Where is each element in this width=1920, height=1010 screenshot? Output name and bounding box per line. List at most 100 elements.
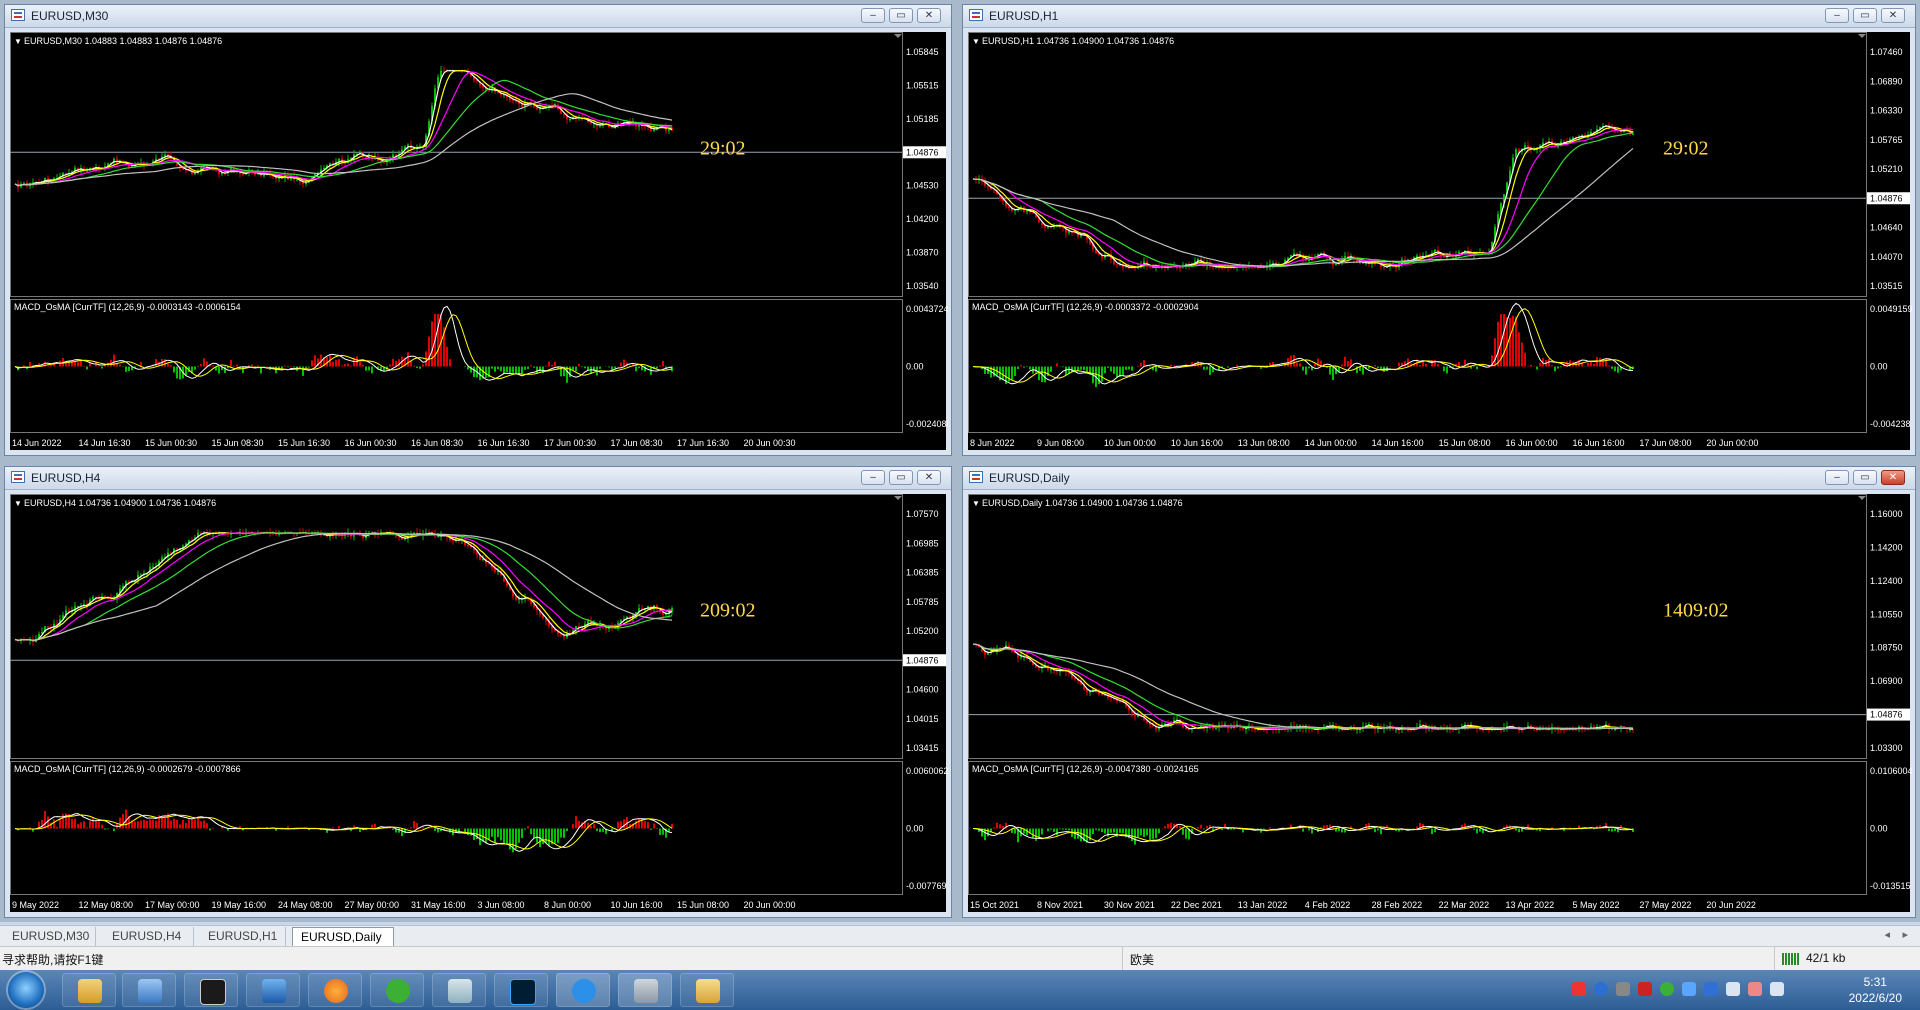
- wps-icon[interactable]: [1638, 982, 1652, 996]
- shift-marker-icon[interactable]: [1858, 34, 1866, 38]
- close-icon[interactable]: ✕: [1881, 8, 1905, 23]
- time-axis-label: 10 Jun 16:00: [610, 900, 662, 910]
- macd-tick-label: 0.00: [906, 824, 924, 834]
- close-icon[interactable]: ✕: [1881, 470, 1905, 485]
- taskbar-desktop[interactable]: [246, 973, 300, 1007]
- window-title: EURUSD,Daily: [989, 471, 1070, 485]
- time-axis-label: 30 Nov 2021: [1104, 900, 1155, 910]
- chart-canvas[interactable]: EURUSD,Daily 1.04736 1.04900 1.04736 1.0…: [968, 494, 1912, 914]
- shield-icon[interactable]: [1704, 982, 1718, 996]
- time-axis-label: 14 Jun 2022: [12, 438, 62, 448]
- tab-eurusd-h1[interactable]: EURUSD,H1: [200, 927, 286, 946]
- mute-icon[interactable]: [1748, 982, 1762, 996]
- taskbar-photoshop[interactable]: [494, 973, 548, 1007]
- time-axis-label: 10 Jun 00:00: [1104, 438, 1156, 448]
- macd-tick-label: 0.0049159: [1870, 304, 1912, 314]
- tab-scroll-left-icon[interactable]: ◂: [1884, 928, 1890, 941]
- moving-average-line: [14, 70, 673, 187]
- taskbar-notes[interactable]: [432, 973, 486, 1007]
- symbol-header: EURUSD,Daily 1.04736 1.04900 1.04736 1.0…: [982, 498, 1183, 508]
- time-axis-label: 27 May 2022: [1639, 900, 1691, 910]
- time-axis-label: 22 Dec 2021: [1171, 900, 1222, 910]
- network-icon[interactable]: [1770, 982, 1784, 996]
- chart-area[interactable]: EURUSD,H4 1.04736 1.04900 1.04736 1.0487…: [10, 494, 948, 914]
- shift-marker-icon[interactable]: [894, 34, 902, 38]
- window-titlebar[interactable]: EURUSD,H1 – ▭ ✕: [963, 5, 1915, 28]
- price-tick-label: 1.05845: [906, 47, 939, 57]
- chart-window-d1[interactable]: EURUSD,Daily – ▭ ✕ EURUSD,Daily 1.04736 …: [962, 466, 1916, 918]
- window-titlebar[interactable]: EURUSD,H4 – ▭ ✕: [5, 467, 951, 490]
- header-dropdown-icon[interactable]: ▼: [972, 499, 980, 508]
- header-dropdown-icon[interactable]: ▼: [972, 37, 980, 46]
- symbol-header: EURUSD,H1 1.04736 1.04900 1.04736 1.0487…: [982, 36, 1174, 46]
- time-axis-label: 10 Jun 16:00: [1171, 438, 1223, 448]
- time-axis-label: 16 Jun 16:30: [477, 438, 529, 448]
- chart-canvas[interactable]: EURUSD,M30 1.04883 1.04883 1.04876 1.048…: [10, 32, 948, 452]
- taskbar-user-app[interactable]: [122, 973, 176, 1007]
- chart-area[interactable]: EURUSD,M30 1.04883 1.04883 1.04876 1.048…: [10, 32, 948, 452]
- symbol-header: EURUSD,H4 1.04736 1.04900 1.04736 1.0487…: [24, 498, 216, 508]
- time-axis-label: 14 Jun 16:00: [1372, 438, 1424, 448]
- window-titlebar[interactable]: EURUSD,M30 – ▭ ✕: [5, 5, 951, 28]
- chart-canvas[interactable]: EURUSD,H4 1.04736 1.04900 1.04736 1.0487…: [10, 494, 948, 914]
- minimize-icon[interactable]: –: [861, 8, 885, 23]
- status-traffic: 42/1 kb: [1806, 951, 1846, 965]
- taskbar-folder[interactable]: [680, 973, 734, 1007]
- minimize-icon[interactable]: –: [861, 470, 885, 485]
- chart-area[interactable]: EURUSD,H1 1.04736 1.04900 1.04736 1.0487…: [968, 32, 1912, 452]
- chart-window-h4[interactable]: EURUSD,H4 – ▭ ✕ EURUSD,H4 1.04736 1.0490…: [4, 466, 952, 918]
- time-axis-label: 27 May 00:00: [344, 900, 399, 910]
- taskbar-clock[interactable]: 5:31 2022/6/20: [1849, 974, 1902, 1006]
- cloud-icon[interactable]: [1682, 982, 1696, 996]
- chart-tabs-bar: EURUSD,M30 EURUSD,H4 EURUSD,H1 EURUSD,Da…: [0, 925, 1920, 947]
- price-tick-label: 1.05515: [906, 80, 939, 90]
- taskbar-browser[interactable]: [308, 973, 362, 1007]
- chart-window-m30[interactable]: EURUSD,M30 – ▭ ✕ EURUSD,M30 1.04883 1.04…: [4, 4, 952, 456]
- window-titlebar[interactable]: EURUSD,Daily – ▭ ✕: [963, 467, 1915, 490]
- close-icon[interactable]: ✕: [917, 470, 941, 485]
- price-tick-label: 1.04600: [906, 685, 939, 695]
- price-tick-label: 1.05765: [1870, 135, 1903, 145]
- restore-icon[interactable]: ▭: [889, 470, 913, 485]
- time-axis-label: 9 Jun 08:00: [1037, 438, 1084, 448]
- time-axis-label: 20 Jun 00:00: [1706, 438, 1758, 448]
- restore-icon[interactable]: ▭: [1853, 8, 1877, 23]
- wechat-tray-icon[interactable]: [1660, 982, 1674, 996]
- tab-eurusd-m30[interactable]: EURUSD,M30: [4, 927, 96, 946]
- taskbar-calculator[interactable]: [618, 973, 672, 1007]
- price-tick-label: 1.03515: [1870, 281, 1903, 291]
- shift-marker-icon[interactable]: [894, 496, 902, 500]
- tab-eurusd-daily[interactable]: EURUSD,Daily: [292, 927, 394, 946]
- header-dropdown-icon[interactable]: ▼: [14, 499, 22, 508]
- price-tick-label: 1.06890: [1870, 76, 1903, 86]
- tab-scroll-right-icon[interactable]: ▸: [1902, 928, 1908, 941]
- restore-icon[interactable]: ▭: [1853, 470, 1877, 485]
- minimize-icon[interactable]: –: [1825, 470, 1849, 485]
- sogou-icon[interactable]: [1572, 982, 1586, 996]
- price-tick-label: 1.16000: [1870, 509, 1903, 519]
- help-icon[interactable]: [1594, 982, 1608, 996]
- volume-icon[interactable]: [1726, 982, 1740, 996]
- time-axis-label: 16 Jun 16:00: [1572, 438, 1624, 448]
- chart-window-h1[interactable]: EURUSD,H1 – ▭ ✕ EURUSD,H1 1.04736 1.0490…: [962, 4, 1916, 456]
- taskbar-wechat[interactable]: [370, 973, 424, 1007]
- window-icon: [11, 471, 25, 483]
- macd-signal-line: [14, 814, 673, 850]
- restore-icon[interactable]: ▭: [889, 8, 913, 23]
- header-dropdown-icon[interactable]: ▼: [14, 37, 22, 46]
- chart-area[interactable]: EURUSD,Daily 1.04736 1.04900 1.04736 1.0…: [968, 494, 1912, 914]
- minimize-icon[interactable]: –: [1825, 8, 1849, 23]
- tab-eurusd-h4[interactable]: EURUSD,H4: [104, 927, 194, 946]
- price-tick-label: 1.03300: [1870, 743, 1903, 753]
- tray-app-icon[interactable]: [1616, 982, 1630, 996]
- taskbar-explorer-favorites[interactable]: [62, 973, 116, 1007]
- close-icon[interactable]: ✕: [917, 8, 941, 23]
- time-axis-label: 15 Jun 00:30: [145, 438, 197, 448]
- moving-average-line: [972, 643, 1633, 729]
- start-orb-icon[interactable]: [8, 972, 44, 1008]
- taskbar-metatrader[interactable]: [184, 973, 238, 1007]
- shift-marker-icon[interactable]: [1858, 496, 1866, 500]
- time-axis-label: 8 Nov 2021: [1037, 900, 1083, 910]
- chart-canvas[interactable]: EURUSD,H1 1.04736 1.04900 1.04736 1.0487…: [968, 32, 1912, 452]
- taskbar-messenger[interactable]: [556, 973, 610, 1007]
